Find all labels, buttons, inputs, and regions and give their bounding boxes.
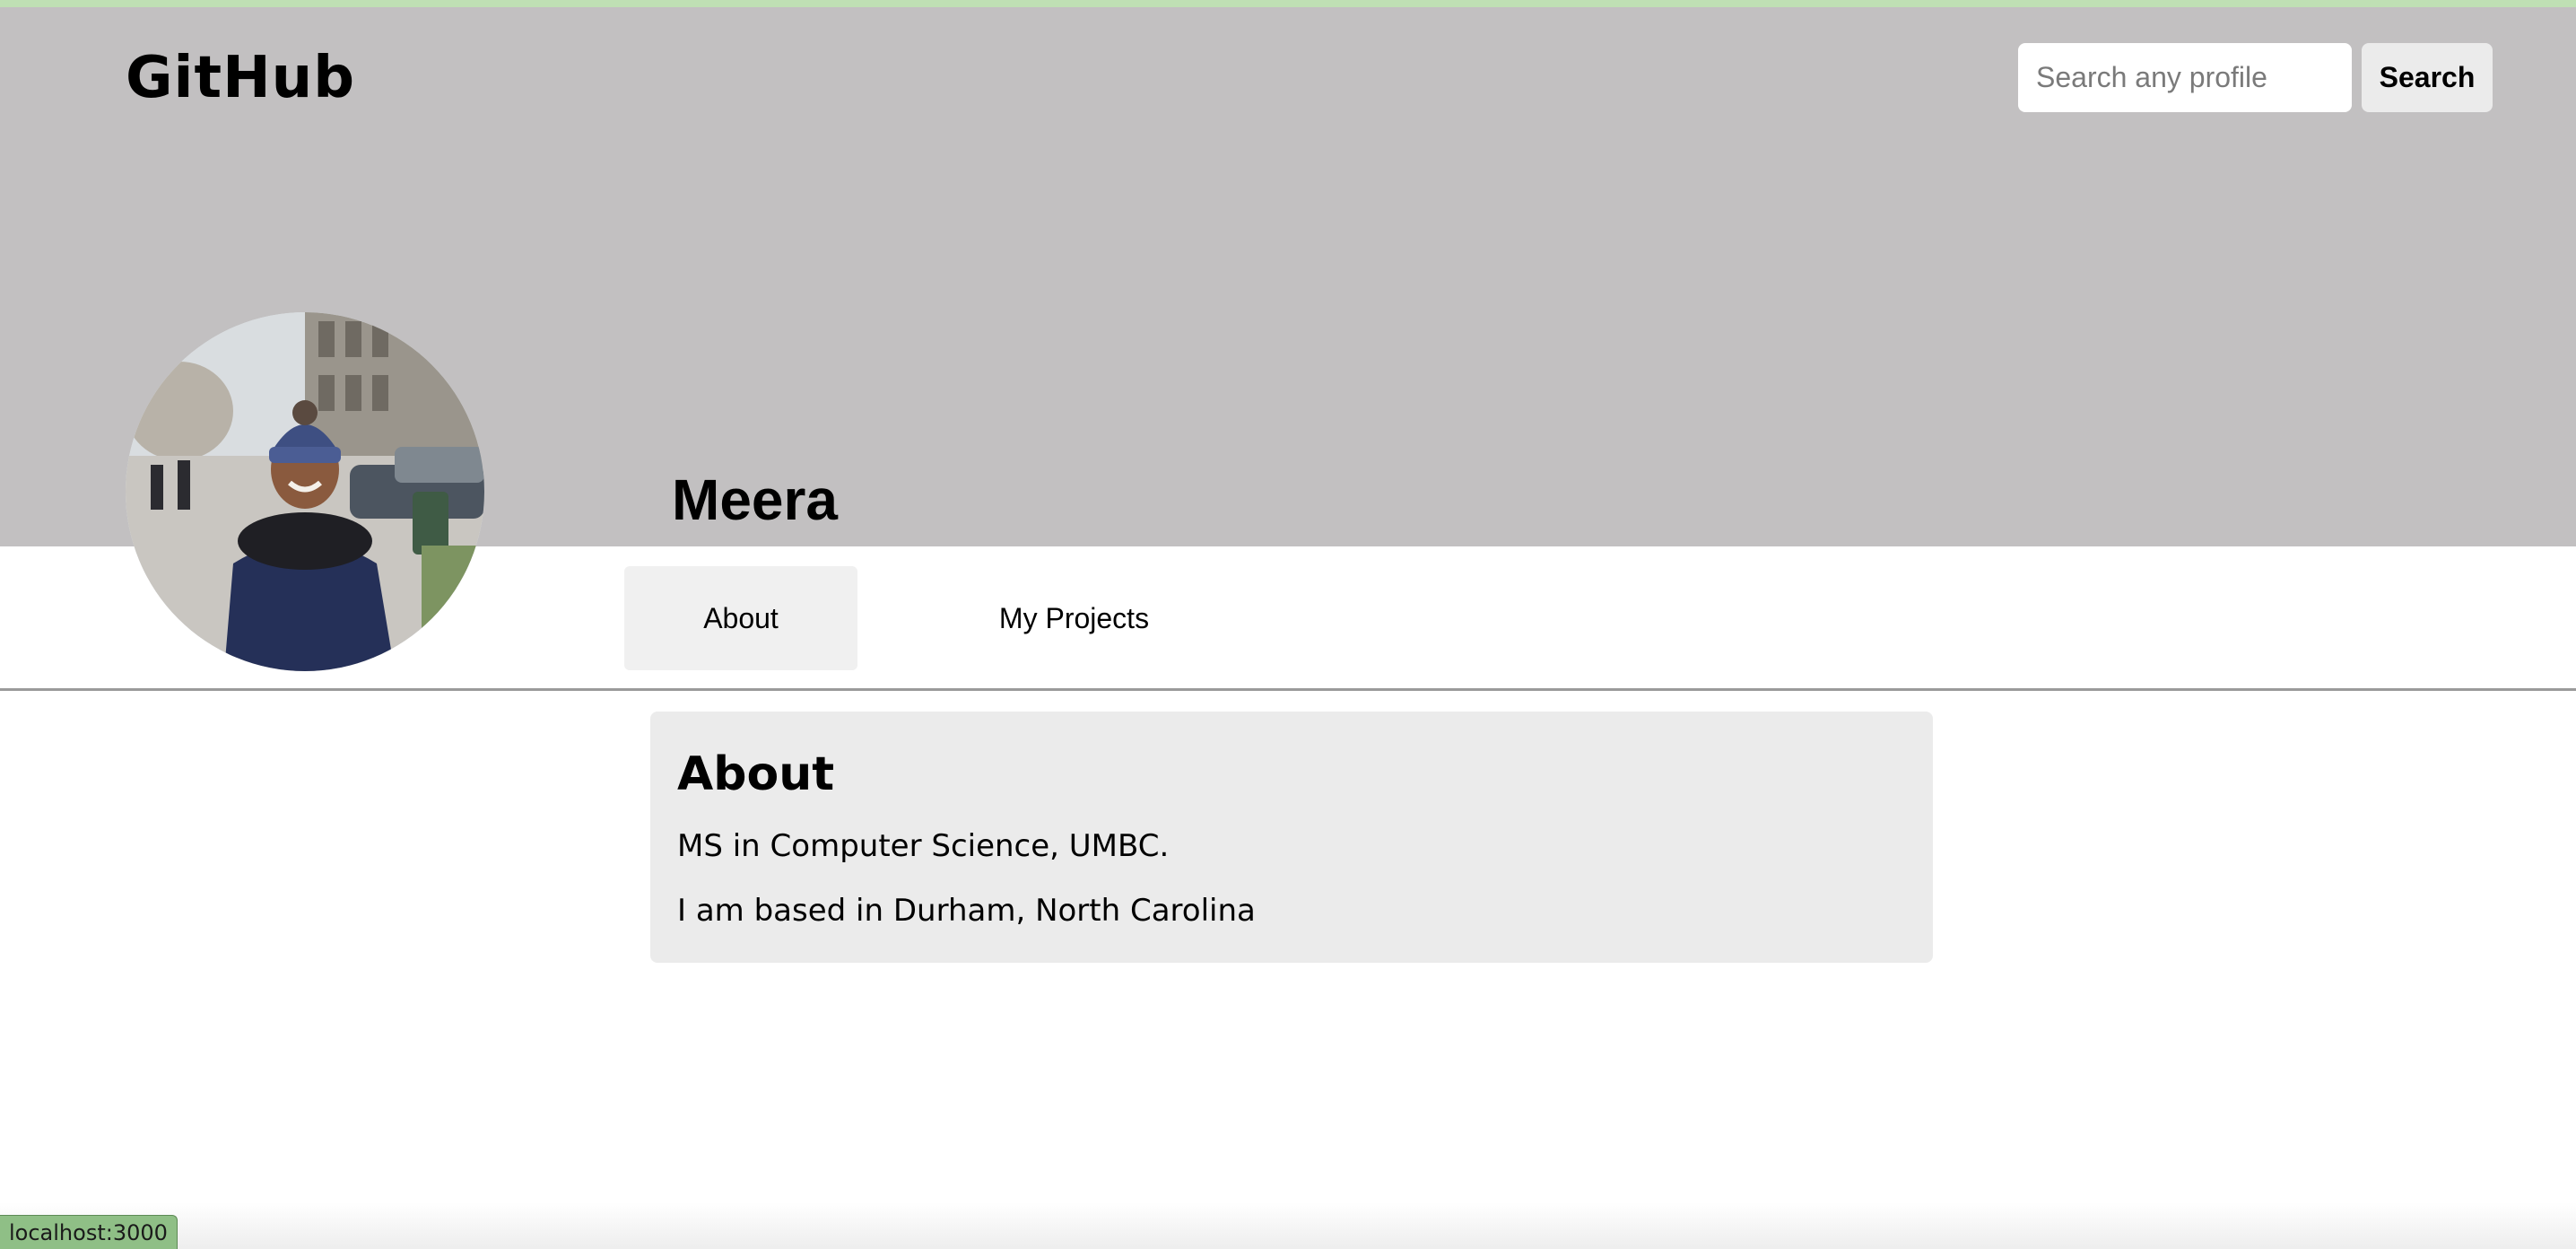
site-logo[interactable]: GitHub bbox=[126, 43, 355, 113]
about-location: I am based in Durham, North Carolina bbox=[677, 893, 1256, 929]
about-heading: About bbox=[677, 747, 835, 801]
avatar-photo bbox=[126, 312, 484, 671]
avatar bbox=[126, 312, 484, 671]
tab-my-projects[interactable]: My Projects bbox=[951, 566, 1197, 670]
link-status-bar: localhost:3000 bbox=[0, 1215, 178, 1249]
search-button[interactable]: Search bbox=[2362, 43, 2493, 112]
search-input[interactable] bbox=[2018, 43, 2352, 112]
bottom-shade bbox=[0, 1202, 2576, 1249]
about-card: About MS in Computer Science, UMBC. I am… bbox=[650, 712, 1933, 963]
tab-about[interactable]: About bbox=[624, 566, 857, 670]
tab-my-projects-label: My Projects bbox=[998, 601, 1150, 634]
top-accent-strip bbox=[0, 0, 2576, 7]
profile-name: Meera bbox=[672, 467, 838, 532]
tab-about-label: About bbox=[703, 601, 779, 634]
about-education: MS in Computer Science, UMBC. bbox=[677, 828, 1170, 864]
